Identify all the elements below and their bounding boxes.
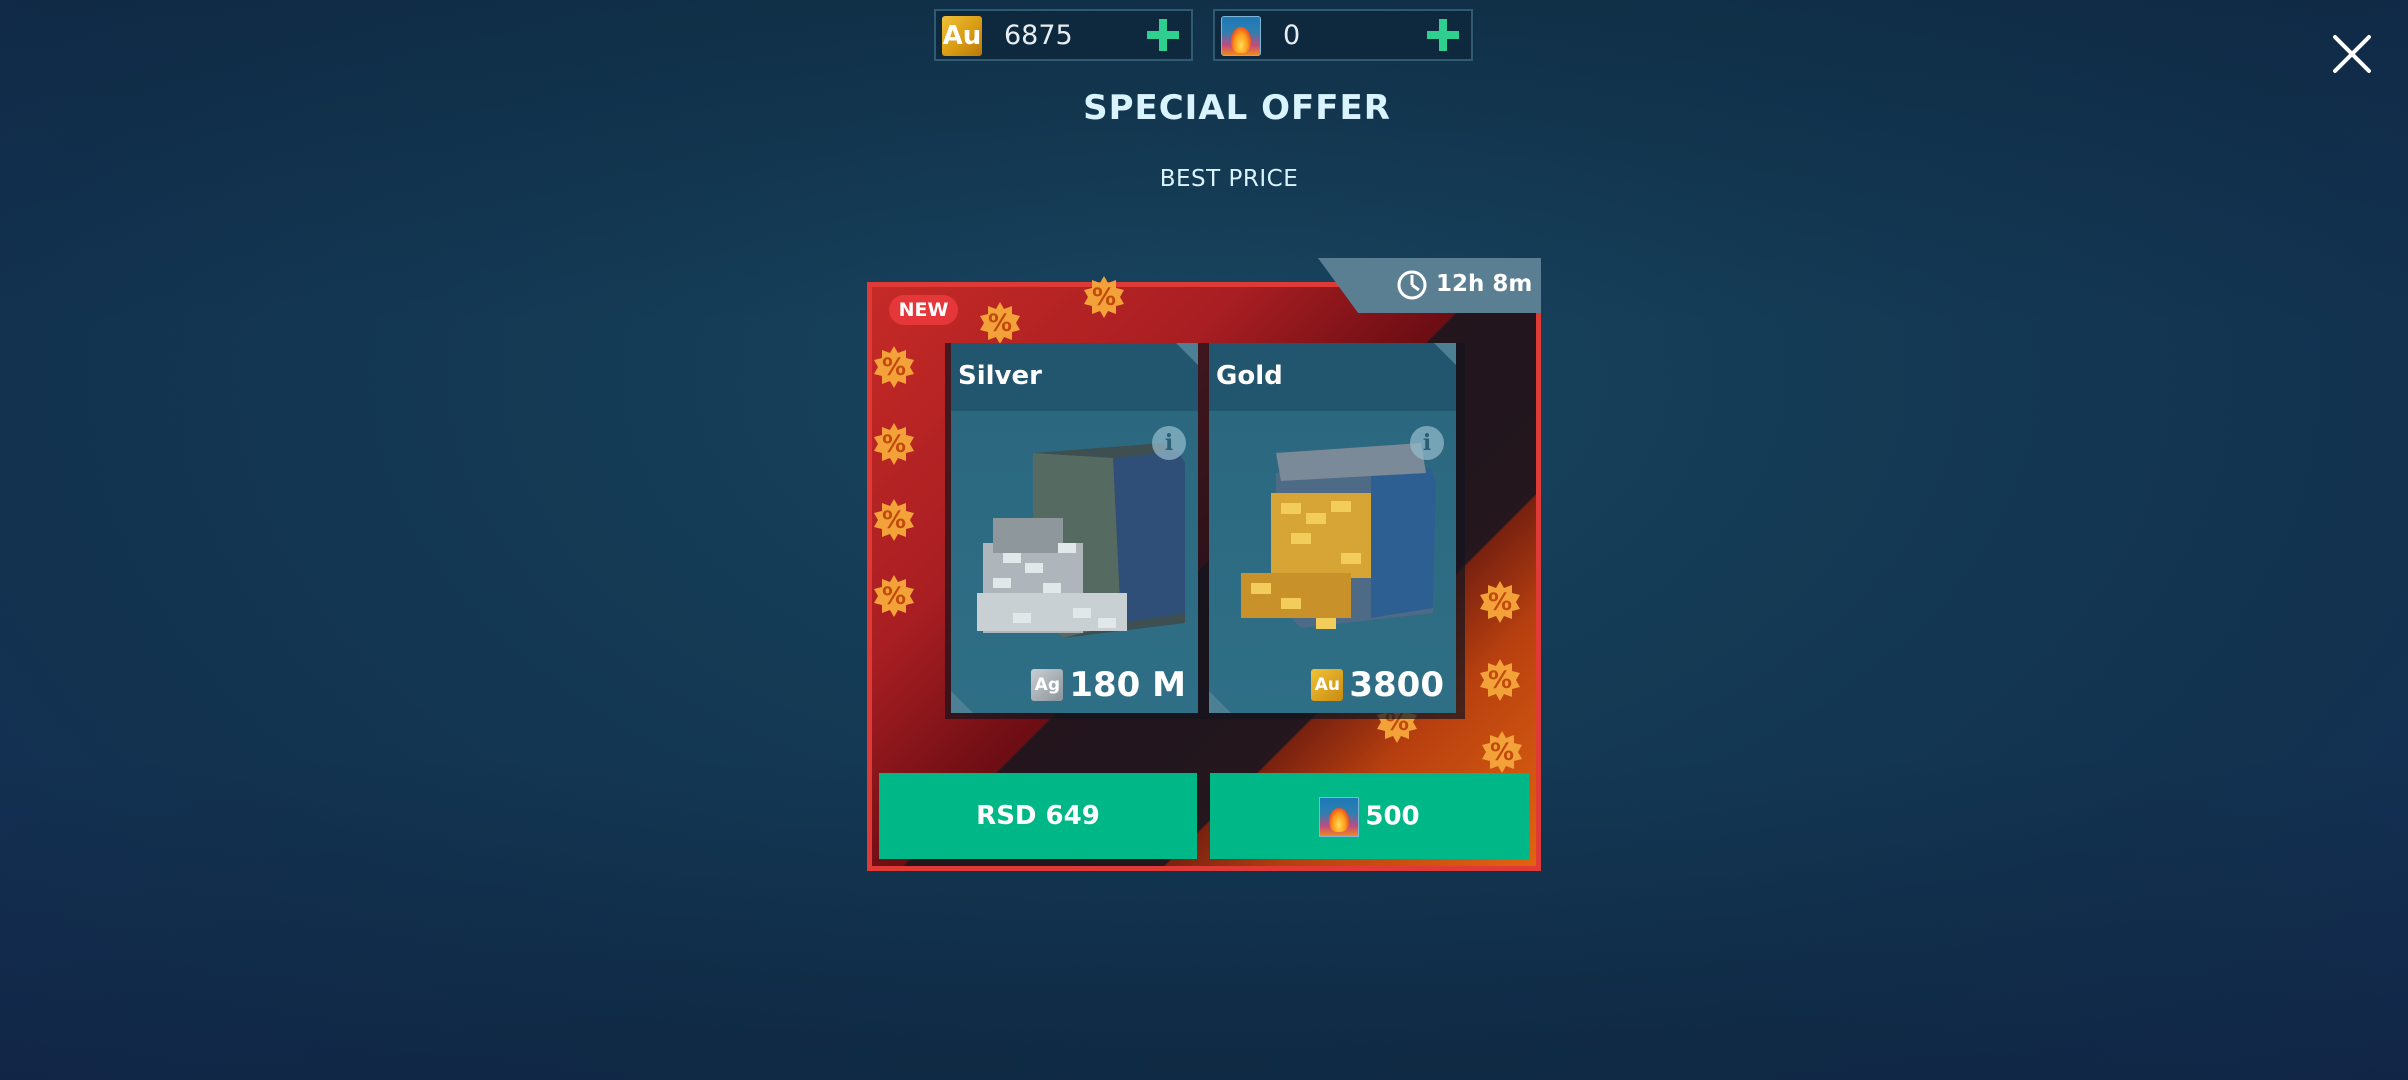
percent-badge-icon: % [872,574,916,618]
percent-badge-icon: % [978,301,1022,345]
gold-card[interactable]: Gold i Au 3800 [1209,343,1456,713]
offer-timer: 12h 8m [1436,271,1533,297]
silver-crate-icon [977,443,1185,638]
buy-real-money-button[interactable]: RSD 649 [879,773,1197,859]
gold-amount: 6875 [1004,20,1073,51]
gold-amount: 3800 [1349,665,1444,705]
gold-reward: Au 3800 [1311,665,1444,705]
add-gold-plus-icon[interactable] [1147,19,1179,51]
gold-crate-icon [1241,443,1436,629]
premium-price: 500 [1365,801,1420,832]
ag-silver-icon: Ag [1031,669,1064,701]
silver-reward: Ag 180 M [1031,665,1186,705]
percent-badge-icon: % [1480,730,1524,774]
info-icon[interactable]: i [1410,426,1444,460]
silver-card[interactable]: Silver i Ag 180 M [951,343,1198,713]
premium-currency-icon [1221,16,1261,56]
new-badge: NEW [889,295,958,325]
page-subtitle: BEST PRICE [1159,166,1299,192]
au-gold-icon: Au [1311,669,1344,701]
clock-icon [1397,270,1427,300]
premium-amount: 0 [1283,20,1301,51]
page-title: SPECIAL OFFER [1083,88,1391,128]
percent-badge-icon: % [872,498,916,542]
premium-currency-counter: 0 [1213,9,1473,61]
silver-amount: 180 M [1069,665,1186,705]
info-icon[interactable]: i [1152,426,1186,460]
premium-currency-icon [1319,796,1360,837]
card-title: Gold [1216,361,1283,391]
add-premium-plus-icon[interactable] [1427,19,1459,51]
au-gold-icon: Au [942,16,982,56]
percent-badge-icon: % [872,345,916,389]
card-title: Silver [958,361,1042,391]
percent-badge-icon: % [1082,275,1126,319]
close-icon[interactable] [2330,32,2374,76]
gold-currency-counter: Au 6875 [934,9,1193,61]
buy-premium-button[interactable]: 500 [1210,773,1529,859]
percent-badge-icon: % [1478,580,1522,624]
percent-badge-icon: % [1478,658,1522,702]
percent-badge-icon: % [872,422,916,466]
